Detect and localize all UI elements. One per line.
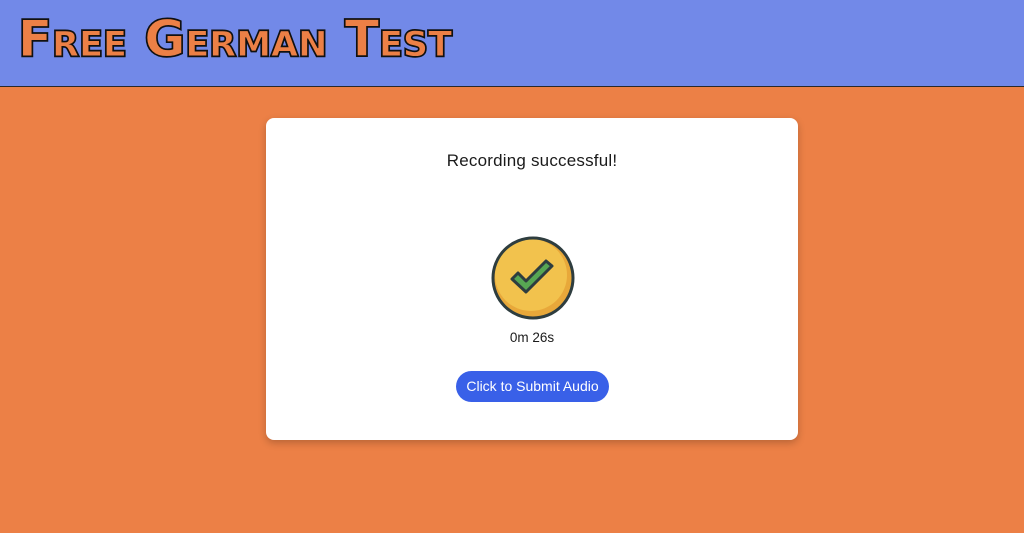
site-logo-inline: Free German Test: [18, 10, 452, 68]
site-logo[interactable]: Free German Test Free German Test: [0, 0, 560, 86]
site-header: Free German Test Free German Test: [0, 0, 1024, 87]
submit-audio-button[interactable]: Click to Submit Audio: [456, 371, 609, 402]
elapsed-time: 0m 26s: [509, 330, 555, 345]
recording-card: Recording successful! 0m 26s Click to Su…: [266, 118, 798, 440]
check-circle-icon: [491, 236, 575, 320]
recording-status-text: Recording successful!: [446, 151, 618, 170]
